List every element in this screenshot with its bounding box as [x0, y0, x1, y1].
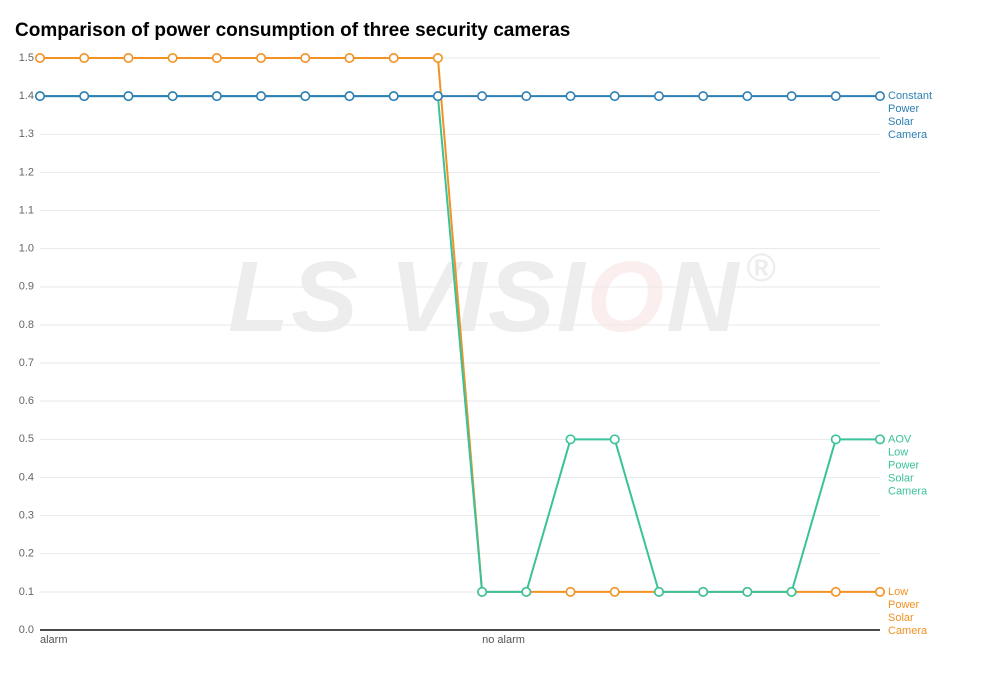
- svg-text:1.2: 1.2: [19, 166, 34, 178]
- svg-text:0.0: 0.0: [19, 624, 34, 636]
- svg-text:0.2: 0.2: [19, 548, 34, 560]
- series-label: ConstantPowerSolarCamera: [888, 90, 932, 141]
- chart-title: Comparison of power consumption of three…: [15, 20, 570, 42]
- chart-svg: 0.00.10.20.30.40.50.60.70.80.91.01.11.21…: [40, 58, 880, 652]
- svg-text:0.1: 0.1: [19, 586, 34, 598]
- series-0: [36, 92, 884, 100]
- svg-text:1.0: 1.0: [19, 243, 34, 255]
- series-label: AOVLowPowerSolarCamera: [888, 434, 928, 498]
- series-label: LowPowerSolarCamera: [888, 586, 928, 637]
- svg-text:1.3: 1.3: [19, 128, 34, 140]
- chart-plot-area: 0.00.10.20.30.40.50.60.70.80.91.01.11.21…: [40, 58, 880, 652]
- svg-text:0.9: 0.9: [19, 281, 34, 293]
- series-1: [36, 92, 884, 596]
- svg-text:1.5: 1.5: [19, 52, 34, 64]
- svg-text:0.7: 0.7: [19, 357, 34, 369]
- svg-text:alarm: alarm: [40, 634, 68, 646]
- page: Comparison of power consumption of three…: [0, 0, 1000, 700]
- svg-text:0.8: 0.8: [19, 319, 34, 331]
- svg-text:0.4: 0.4: [19, 471, 34, 483]
- svg-text:no alarm: no alarm: [482, 634, 525, 646]
- svg-text:1.1: 1.1: [19, 204, 34, 216]
- svg-text:1.4: 1.4: [19, 90, 34, 102]
- svg-text:0.3: 0.3: [19, 510, 34, 522]
- svg-text:0.6: 0.6: [19, 395, 34, 407]
- svg-text:0.5: 0.5: [19, 433, 34, 445]
